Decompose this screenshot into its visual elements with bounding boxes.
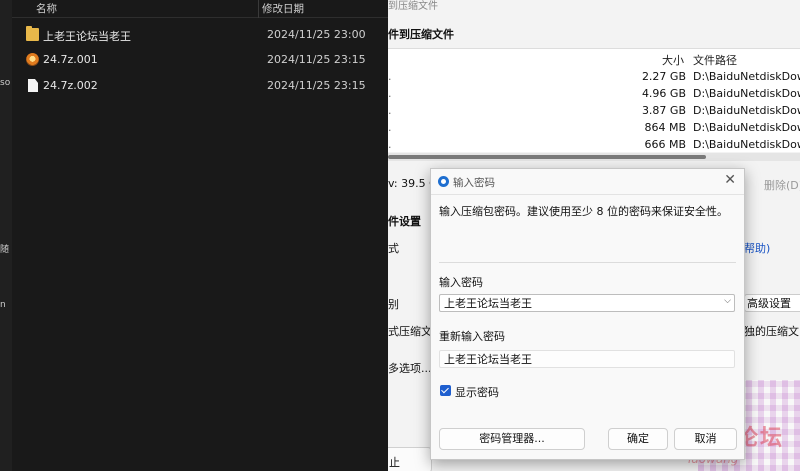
stop-button-label: 止 [389, 456, 400, 469]
password-dialog: 输入密码 ✕ 输入压缩包密码。建议使用至少 8 位的密码来保证安全性。 输入密码… [430, 168, 745, 460]
password-manager-button[interactable]: 密码管理器... [439, 428, 585, 450]
reenter-password-label: 重新输入密码 [439, 330, 505, 343]
file-icon [28, 79, 38, 92]
row-marker: . [388, 104, 392, 117]
section-title-add-files: 件到压缩文件 [388, 28, 454, 41]
file-name: 24.7z.001 [43, 53, 98, 66]
file-explorer-pane: so 随 n 名称 修改日期 上老王论坛当老王 2024/11/25 23:00… [0, 0, 388, 471]
row-path: D:\BaiduNetdiskDown [693, 104, 800, 117]
table-row[interactable]: . 864 MB D:\BaiduNetdiskDown [388, 120, 800, 137]
row-marker: . [388, 70, 392, 83]
explorer-left-strip: so 随 n [0, 0, 12, 471]
divider [439, 262, 736, 263]
compress-option-fragment: 式压缩文 [388, 325, 432, 338]
row-marker: . [388, 121, 392, 134]
side-fragment: 随 [0, 245, 10, 255]
window-title: 到压缩文件 [388, 1, 438, 12]
row-path: D:\BaiduNetdiskDown [693, 138, 800, 151]
row-size: 864 MB [644, 121, 686, 134]
password-label: 输入密码 [439, 276, 483, 289]
row-size: 3.87 GB [641, 104, 686, 117]
file-list-header: 名称 修改日期 [12, 0, 388, 18]
level-label-fragment: 别 [388, 298, 399, 311]
column-header-modified[interactable]: 修改日期 [262, 1, 304, 16]
table-row[interactable]: . 3.87 GB D:\BaiduNetdiskDown [388, 103, 800, 120]
help-link[interactable]: 帮助) [744, 240, 770, 256]
table-horizontal-scrollbar[interactable] [388, 153, 800, 161]
scrollbar-thumb[interactable] [388, 155, 706, 159]
stop-button[interactable]: 止 [388, 447, 432, 471]
side-fragment: so [0, 78, 11, 88]
file-date: 2024/11/25 23:15 [267, 79, 366, 92]
row-path: D:\BaiduNetdiskDown [693, 70, 800, 83]
dialog-titlebar[interactable]: 输入密码 ✕ [431, 169, 744, 195]
side-fragment: n [0, 300, 6, 310]
row-marker: . [388, 87, 392, 100]
dialog-description: 输入压缩包密码。建议使用至少 8 位的密码来保证安全性。 [439, 205, 728, 218]
separate-archive-fragment: 独的压缩文 [744, 325, 799, 338]
column-separator[interactable] [258, 0, 259, 18]
row-path: D:\BaiduNetdiskDown [693, 87, 800, 100]
file-date: 2024/11/25 23:15 [267, 53, 366, 66]
delete-button[interactable]: 删除(D) [764, 177, 800, 193]
advanced-settings-combo[interactable]: 高级设置 [744, 294, 800, 312]
row-size: 2.27 GB [641, 70, 686, 83]
app-icon [438, 176, 449, 187]
show-password-label[interactable]: 显示密码 [455, 384, 499, 400]
table-row[interactable]: . 666 MB D:\BaiduNetdiskDown [388, 137, 800, 154]
format-label-fragment: 式 [388, 242, 399, 255]
file-name: 上老王论坛当老王 [43, 30, 131, 43]
column-header-size[interactable]: 大小 [662, 52, 684, 68]
password-input[interactable] [439, 294, 735, 312]
cancel-button[interactable]: 取消 [674, 428, 737, 450]
file-row[interactable]: 上老王论坛当老王 2024/11/25 23:00 [12, 24, 388, 46]
table-row[interactable]: . 2.27 GB D:\BaiduNetdiskDown [388, 69, 800, 86]
column-header-name[interactable]: 名称 [36, 1, 57, 16]
ok-button[interactable]: 确定 [608, 428, 668, 450]
file-name: 24.7z.002 [43, 79, 98, 92]
row-size: 666 MB [644, 138, 686, 151]
row-size: 4.96 GB [641, 87, 686, 100]
row-marker: . [388, 138, 392, 151]
chevron-down-icon[interactable]: ⌵ [724, 296, 731, 306]
file-table: 大小 文件路径 . 2.27 GB D:\BaiduNetdiskDown . … [388, 48, 800, 152]
file-date: 2024/11/25 23:00 [267, 28, 366, 41]
table-row[interactable]: . 4.96 GB D:\BaiduNetdiskDown [388, 86, 800, 103]
reenter-password-input[interactable] [439, 350, 735, 368]
folder-icon [26, 26, 39, 41]
archive-icon [26, 53, 39, 66]
close-icon[interactable]: ✕ [724, 172, 736, 188]
show-password-checkbox[interactable] [440, 385, 451, 396]
file-row[interactable]: 24.7z.001 2024/11/25 23:15 [12, 49, 388, 71]
more-options-button[interactable]: 多选项... [388, 360, 432, 376]
column-header-path[interactable]: 文件路径 [693, 52, 737, 68]
row-path: D:\BaiduNetdiskDown [693, 121, 800, 134]
section-title-settings: 件设置 [388, 215, 421, 228]
dialog-title: 输入密码 [453, 177, 495, 189]
file-row[interactable]: 24.7z.002 2024/11/25 23:15 [12, 75, 388, 97]
